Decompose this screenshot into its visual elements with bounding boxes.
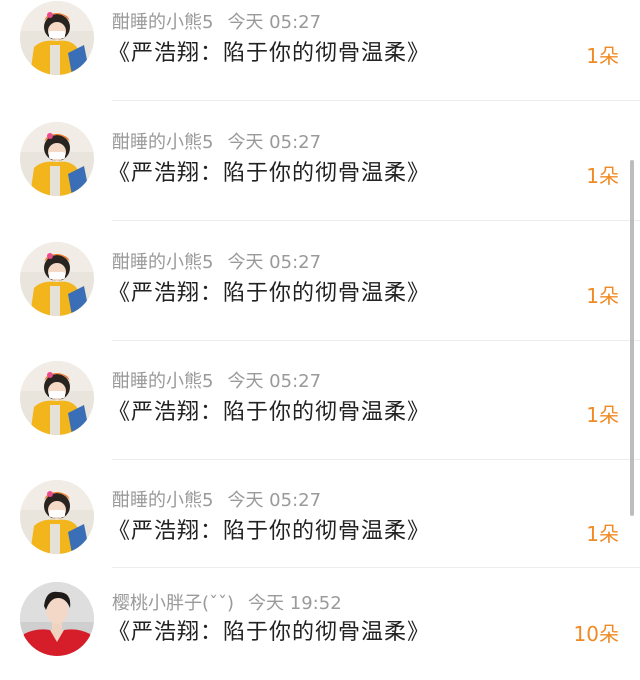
- user-name[interactable]: 樱桃小胖子(ˇˇ): [112, 593, 234, 614]
- divider: [112, 459, 640, 460]
- list-item[interactable]: 酣睡的小熊5 今天 05:27 《严浩翔：陷于你的彻骨温柔》 1朵: [0, 119, 640, 238]
- avatar[interactable]: [20, 122, 94, 196]
- avatar-girl-yellow-coat-icon: [20, 1, 94, 75]
- divider: [112, 340, 640, 341]
- avatar[interactable]: [20, 1, 94, 75]
- user-meta: 酣睡的小熊5 今天 05:27: [112, 252, 321, 274]
- user-name[interactable]: 酣睡的小熊5: [112, 252, 213, 273]
- user-meta: 酣睡的小熊5 今天 05:27: [112, 371, 321, 393]
- flower-count: 1朵: [586, 44, 619, 68]
- work-title[interactable]: 《严浩翔：陷于你的彻骨温柔》: [108, 40, 430, 68]
- user-name[interactable]: 酣睡的小熊5: [112, 132, 213, 153]
- list-item[interactable]: 酣睡的小熊5 今天 05:27 《严浩翔：陷于你的彻骨温柔》 1朵: [0, 358, 640, 477]
- work-title[interactable]: 《严浩翔：陷于你的彻骨温柔》: [108, 399, 430, 427]
- divider: [112, 100, 640, 101]
- list-item[interactable]: 酣睡的小熊5 今天 05:27 《严浩翔：陷于你的彻骨温柔》 1朵: [0, 0, 640, 119]
- gift-record-list: 酣睡的小熊5 今天 05:27 《严浩翔：陷于你的彻骨温柔》 1朵 酣睡的小熊5 今…: [0, 0, 640, 680]
- avatar-girl-yellow-coat-icon: [20, 361, 94, 435]
- list-item[interactable]: 酣睡的小熊5 今天 05:27 《严浩翔：陷于你的彻骨温柔》 1朵: [0, 477, 640, 596]
- flower-count: 1朵: [586, 164, 619, 188]
- user-name[interactable]: 酣睡的小熊5: [112, 490, 213, 511]
- avatar-girl-yellow-coat-icon: [20, 242, 94, 316]
- work-title[interactable]: 《严浩翔：陷于你的彻骨温柔》: [108, 280, 430, 308]
- user-meta: 酣睡的小熊5 今天 05:27: [112, 490, 321, 512]
- user-meta: 樱桃小胖子(ˇˇ) 今天 19:52: [112, 593, 342, 615]
- list-item[interactable]: 樱桃小胖子(ˇˇ) 今天 19:52 《严浩翔：陷于你的彻骨温柔》 10朵: [0, 580, 640, 680]
- avatar-girl-yellow-coat-icon: [20, 480, 94, 554]
- avatar[interactable]: [20, 242, 94, 316]
- work-title[interactable]: 《严浩翔：陷于你的彻骨温柔》: [108, 619, 430, 647]
- avatar-boy-red-shirt-icon: [20, 582, 94, 656]
- scrollbar[interactable]: [630, 160, 634, 516]
- timestamp: 今天 05:27: [227, 12, 322, 33]
- divider: [112, 567, 640, 568]
- timestamp: 今天 05:27: [227, 132, 322, 153]
- avatar-girl-yellow-coat-icon: [20, 122, 94, 196]
- user-meta: 酣睡的小熊5 今天 05:27: [112, 12, 321, 34]
- divider: [112, 220, 640, 221]
- work-title[interactable]: 《严浩翔：陷于你的彻骨温柔》: [108, 160, 430, 188]
- user-meta: 酣睡的小熊5 今天 05:27: [112, 132, 321, 154]
- avatar[interactable]: [20, 582, 94, 656]
- timestamp: 今天 19:52: [248, 593, 342, 614]
- timestamp: 今天 05:27: [227, 252, 322, 273]
- user-name[interactable]: 酣睡的小熊5: [112, 12, 213, 33]
- work-title[interactable]: 《严浩翔：陷于你的彻骨温柔》: [108, 518, 430, 546]
- timestamp: 今天 05:27: [227, 371, 322, 392]
- flower-count: 1朵: [586, 284, 619, 308]
- avatar[interactable]: [20, 480, 94, 554]
- timestamp: 今天 05:27: [227, 490, 322, 511]
- avatar[interactable]: [20, 361, 94, 435]
- flower-count: 1朵: [586, 403, 619, 427]
- list-item[interactable]: 酣睡的小熊5 今天 05:27 《严浩翔：陷于你的彻骨温柔》 1朵: [0, 239, 640, 358]
- user-name[interactable]: 酣睡的小熊5: [112, 371, 213, 392]
- flower-count: 1朵: [586, 522, 619, 546]
- flower-count: 10朵: [573, 622, 619, 646]
